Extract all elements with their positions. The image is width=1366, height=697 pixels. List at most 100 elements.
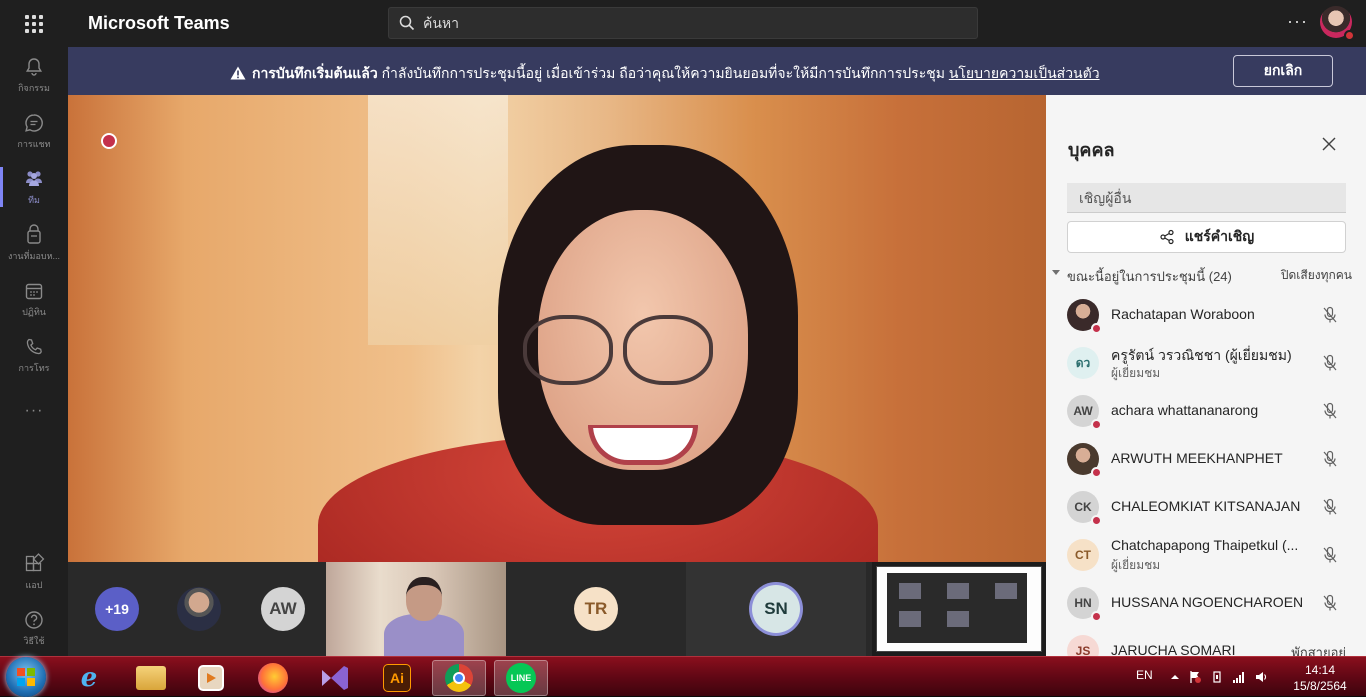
more-options-button[interactable]: ···: [1287, 11, 1308, 32]
windows-taskbar: e Ai LINE EN 14:14 15/8/2564: [0, 656, 1366, 697]
illustrator-icon: Ai: [383, 664, 411, 692]
mic-off-icon[interactable]: [1322, 306, 1338, 324]
rail-more-button[interactable]: ···: [0, 383, 68, 439]
bell-icon: [25, 57, 43, 76]
taskbar-visual-studio[interactable]: [308, 660, 362, 696]
taskbar-firefox[interactable]: [246, 660, 300, 696]
language-indicator[interactable]: EN: [1136, 668, 1153, 682]
safely-remove-hardware-icon[interactable]: [1210, 670, 1224, 684]
profile-avatar[interactable]: [1320, 6, 1355, 41]
participant-row[interactable]: CT Chatchapapong Thaipetkul (... ผู้เยี่ยม…: [1046, 533, 1366, 581]
taskbar-chrome[interactable]: [432, 660, 486, 696]
collapse-caret-icon[interactable]: [1052, 270, 1060, 275]
invite-input[interactable]: [1067, 183, 1346, 213]
firefox-icon: [258, 663, 288, 693]
shared-screen-tile[interactable]: [872, 562, 1046, 656]
in-meeting-count: ขณะนี้อยู่ในการประชุมนี้ (24): [1067, 269, 1232, 284]
network-signal-icon[interactable]: [1232, 670, 1246, 684]
taskbar-internet-explorer[interactable]: e: [62, 660, 116, 696]
presence-busy-icon: [1344, 30, 1355, 41]
participant-row[interactable]: CK CHALEOMKIAT KITSANAJAN: [1046, 485, 1366, 533]
presence-busy-icon: [1091, 467, 1102, 478]
apps-icon: [25, 552, 45, 571]
mic-off-icon[interactable]: [1322, 450, 1338, 468]
more-icon: ···: [24, 402, 44, 419]
mic-off-icon[interactable]: [1322, 354, 1338, 372]
rail-calendar[interactable]: ปฏิทิน: [0, 271, 68, 327]
participant-avatar: AW: [261, 587, 305, 631]
rail-chat[interactable]: การแชท: [0, 103, 68, 159]
app-launcher-button[interactable]: [0, 0, 68, 47]
participant-row[interactable]: Rachatapan Woraboon: [1046, 293, 1366, 341]
main-video[interactable]: [68, 95, 1046, 562]
chrome-icon: [445, 664, 473, 692]
participant-name: JARUCHA SOMARI: [1111, 642, 1236, 656]
more-participants-tile[interactable]: +19: [68, 562, 166, 656]
rail-teams[interactable]: ทีม: [0, 159, 68, 215]
in-meeting-section[interactable]: ขณะนี้อยู่ในการประชุมนี้ (24) ปิดเสียงทุ…: [1052, 266, 1352, 284]
rail-label: วิธีใช้: [23, 635, 45, 646]
windows-logo-icon: [17, 668, 35, 686]
participant-tile-sn[interactable]: SN: [686, 562, 866, 656]
background-window: [368, 95, 508, 345]
participant-row[interactable]: ดว ครูรัตน์ วรวณิชชา (ผู้เยี่ยมชม) ผู้เยี่…: [1046, 341, 1366, 389]
mute-all-button[interactable]: ปิดเสียงทุกคน: [1281, 266, 1352, 285]
taskbar-illustrator[interactable]: Ai: [370, 660, 424, 696]
assignments-icon: [27, 223, 41, 244]
start-button[interactable]: [6, 657, 46, 697]
taskbar-media-player[interactable]: [184, 660, 238, 696]
participant-tile-photo[interactable]: [154, 562, 244, 656]
participant-row[interactable]: JS JARUCHA SOMARI พักสายอยู่: [1046, 629, 1366, 656]
share-invite-button[interactable]: แชร์คำเชิญ: [1067, 221, 1346, 253]
mic-off-icon[interactable]: [1322, 546, 1338, 564]
participant-row[interactable]: AW achara whattananarong: [1046, 389, 1366, 437]
action-center-flag-icon[interactable]: [1188, 670, 1202, 684]
rail-assignments[interactable]: งานที่มอบห...: [0, 215, 68, 271]
rail-activity[interactable]: กิจกรรม: [0, 47, 68, 103]
rail-calls[interactable]: การโทร: [0, 327, 68, 383]
glasses-right: [623, 315, 713, 385]
line-icon: LINE: [506, 663, 536, 693]
privacy-policy-link[interactable]: นโยบายความเป็นส่วนตัว: [949, 65, 1100, 81]
participant-avatar: ดว: [1067, 347, 1099, 379]
clock-time: 14:14: [1304, 663, 1336, 677]
mic-off-icon[interactable]: [1322, 498, 1338, 516]
taskbar-clock[interactable]: 14:14 15/8/2564: [1290, 662, 1350, 694]
thumbnail: [899, 611, 921, 627]
presence-busy-icon: [1091, 515, 1102, 526]
participant-name: Rachatapan Woraboon: [1111, 306, 1255, 322]
show-hidden-icons-icon[interactable]: [1168, 670, 1182, 684]
rail-label: กิจกรรม: [18, 82, 50, 93]
presence-busy-icon: [1091, 611, 1102, 622]
recording-notice: การบันทึกเริ่มต้นแล้ว กำลังบันทึกการประช…: [230, 63, 1100, 85]
cancel-button[interactable]: ยกเลิก: [1233, 55, 1333, 87]
participant-avatar: [1067, 443, 1102, 478]
volume-icon[interactable]: [1254, 670, 1268, 684]
rail-help[interactable]: วิธีใช้: [0, 600, 68, 656]
close-icon[interactable]: [1322, 137, 1336, 151]
participant-video-tile[interactable]: [326, 562, 506, 656]
mic-off-icon[interactable]: [1322, 594, 1338, 612]
rail-label: ปฏิทิน: [22, 306, 46, 317]
search-input[interactable]: [423, 15, 943, 31]
mic-off-icon[interactable]: [1322, 402, 1338, 420]
participant-row[interactable]: HN HUSSANA NGOENCHAROEN: [1046, 581, 1366, 629]
rail-label: การแชท: [17, 138, 51, 149]
participant-tile-tr[interactable]: TR: [506, 562, 686, 656]
taskbar-file-explorer[interactable]: [124, 660, 178, 696]
visual-studio-icon: [320, 663, 350, 693]
participant-tile-aw[interactable]: AW: [238, 562, 328, 656]
rail-apps[interactable]: แอป: [0, 544, 68, 600]
participant-strip: +19 AW TR SN: [68, 562, 1046, 656]
participant-name: Chatchapapong Thaipetkul (...: [1111, 537, 1299, 553]
media-player-icon: [198, 665, 224, 691]
participant-initials: HN: [1074, 596, 1092, 610]
search-box[interactable]: [388, 7, 978, 39]
share-icon: [1160, 229, 1174, 245]
participant-avatar: [177, 587, 221, 631]
thumbnail: [899, 583, 921, 599]
participant-row[interactable]: ARWUTH MEEKHANPHET: [1046, 437, 1366, 485]
taskbar-line[interactable]: LINE: [494, 660, 548, 696]
recording-banner: การบันทึกเริ่มต้นแล้ว กำลังบันทึกการประช…: [68, 47, 1366, 95]
thumbnail: [947, 583, 969, 599]
